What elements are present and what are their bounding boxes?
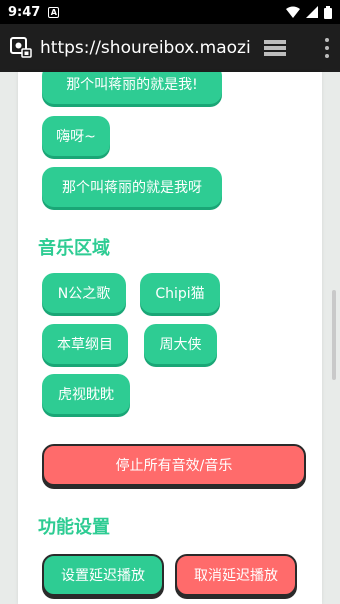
site-info-icon[interactable] <box>10 37 32 59</box>
set-delay-button[interactable]: 设置延迟播放 <box>42 554 164 596</box>
voice-button-2[interactable]: 嗨呀~ <box>42 116 110 156</box>
wifi-icon <box>286 6 300 18</box>
stop-all-button[interactable]: 停止所有音效/音乐 <box>42 444 306 486</box>
music-button-chipi[interactable]: Chipi猫 <box>140 273 220 313</box>
url-text[interactable]: https://shoureibox.maozi <box>40 38 250 58</box>
music-button-bencao[interactable]: 本草纲目 <box>42 324 128 364</box>
scrollbar[interactable] <box>332 290 336 380</box>
tabs-icon[interactable] <box>264 39 286 57</box>
voice-button-3[interactable]: 那个叫蒋丽的就是我呀 <box>42 167 222 207</box>
music-button-n-gong[interactable]: N公之歌 <box>42 273 126 313</box>
page-content: 那个叫蒋丽的就是我! 嗨呀~ 那个叫蒋丽的就是我呀 音乐区域 N公之歌 Chip… <box>18 72 322 604</box>
music-button-zhou[interactable]: 周大侠 <box>144 324 217 364</box>
music-button-hushi[interactable]: 虎视眈眈 <box>42 374 130 414</box>
status-bar: 9:47 A <box>0 0 340 24</box>
status-time: 9:47 <box>8 4 41 20</box>
cancel-delay-button[interactable]: 取消延迟播放 <box>175 554 297 596</box>
battery-icon <box>324 5 332 19</box>
status-icons <box>286 5 332 19</box>
more-options-icon[interactable] <box>324 38 330 58</box>
music-section-title: 音乐区域 <box>38 238 110 259</box>
signal-icon <box>306 6 318 18</box>
settings-section-title: 功能设置 <box>38 517 110 538</box>
browser-url-bar: https://shoureibox.maozi <box>0 24 340 72</box>
notification-a-icon: A <box>48 6 60 18</box>
voice-button-1[interactable]: 那个叫蒋丽的就是我! <box>42 72 222 104</box>
